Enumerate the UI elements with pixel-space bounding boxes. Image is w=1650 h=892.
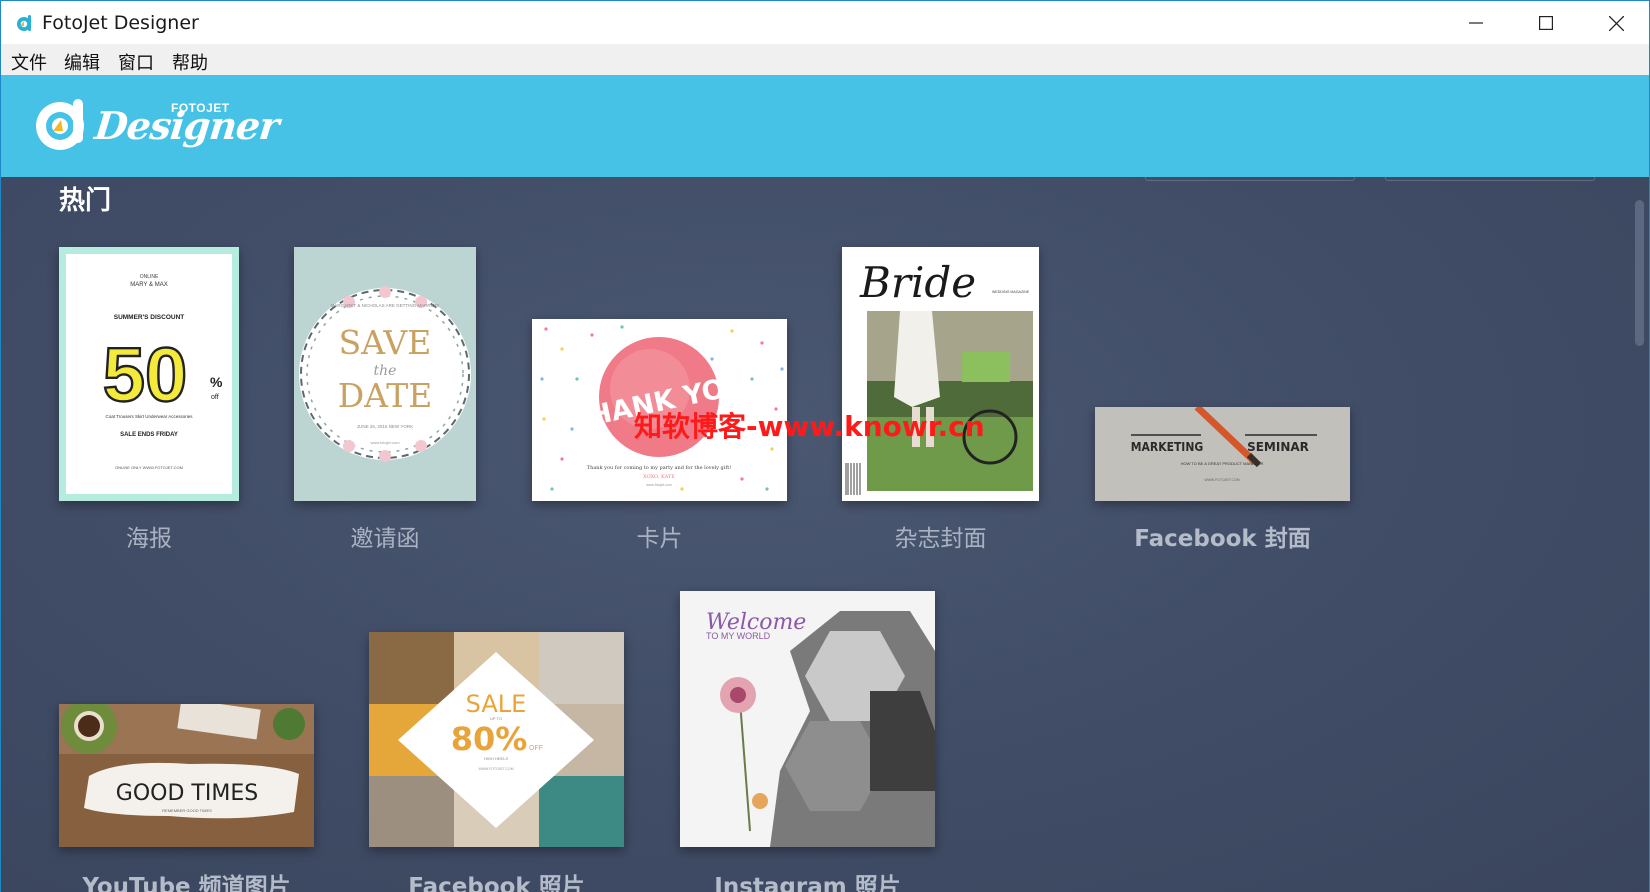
invitation-site: www.fotojet.com bbox=[370, 440, 400, 445]
hidden-control-left bbox=[1145, 177, 1355, 181]
facebook-photo-sale: SALE bbox=[466, 690, 527, 718]
template-label-facebook-photo[interactable]: Facebook 照片 bbox=[369, 867, 624, 892]
template-label-youtube[interactable]: YouTube 频道图片 bbox=[59, 867, 314, 892]
facebook-cover-sub: HOW TO BE A GREAT PRODUCT MANAGER bbox=[1181, 461, 1264, 466]
brand-header: FOTOJET Designer bbox=[0, 75, 1650, 177]
template-card-youtube[interactable]: GOOD TIMES REMEMBER GOOD TIMES bbox=[59, 704, 314, 847]
invitation-save: SAVE bbox=[339, 323, 432, 362]
facebook-photo-sub: HIGH HEELS bbox=[484, 756, 509, 761]
invitation-thumbnail: MARGARET & NICHOLAS ARE GETTING MARRIED!… bbox=[294, 247, 476, 501]
facebook-photo-off: OFF bbox=[529, 745, 543, 752]
menu-window[interactable]: 窗口 bbox=[118, 49, 154, 75]
poster-thumbnail: ONLINE MARY & MAX SUMMER'S DISCOUNT 50 %… bbox=[59, 247, 239, 501]
minimize-button[interactable] bbox=[1441, 1, 1511, 45]
maximize-button[interactable] bbox=[1511, 1, 1581, 45]
menu-help[interactable]: 帮助 bbox=[172, 49, 208, 75]
card-note: Thank you for coming to my party and for… bbox=[587, 465, 731, 471]
youtube-sub: REMEMBER GOOD TIMES bbox=[162, 808, 212, 813]
magazine-issue: WEDDING MAGAZINE bbox=[992, 290, 1030, 294]
poster-line6: ONLINE ONLY WWW.FOTOJET.COM bbox=[115, 465, 183, 470]
minimize-icon bbox=[1469, 22, 1483, 24]
template-card-facebook-cover[interactable]: MARKETING SEMINAR HOW TO BE A GREAT PROD… bbox=[1095, 407, 1350, 501]
brand-designer-text: Designer bbox=[92, 103, 281, 148]
menu-edit[interactable]: 编辑 bbox=[64, 49, 100, 75]
facebook-photo-thumbnail: SALE UP TO 80% OFF HIGH HEELS WWW.FOTOJE… bbox=[369, 632, 624, 847]
window-title: FotoJet Designer bbox=[42, 12, 199, 34]
template-label-card[interactable]: 卡片 bbox=[532, 519, 787, 553]
template-card-poster[interactable]: ONLINE MARY & MAX SUMMER'S DISCOUNT 50 %… bbox=[59, 247, 239, 501]
facebook-photo-percent: 80% bbox=[451, 720, 528, 758]
instagram-sub: TO MY WORLD bbox=[706, 631, 771, 641]
magazine-title: Bride bbox=[859, 258, 976, 307]
poster-line5: SALE ENDS FRIDAY bbox=[120, 432, 178, 438]
fotojet-app-icon bbox=[17, 15, 31, 31]
hidden-control-right bbox=[1385, 177, 1595, 181]
poster-big-number: 50 bbox=[103, 333, 188, 418]
close-icon bbox=[1608, 15, 1624, 31]
watermark-text: 知软博客-www.knowr.cn bbox=[634, 410, 985, 443]
poster-off: off bbox=[211, 394, 219, 401]
poster-percent: % bbox=[210, 374, 223, 390]
poster-line3: SUMMER'S DISCOUNT bbox=[114, 314, 185, 321]
template-label-magazine[interactable]: 杂志封面 bbox=[842, 519, 1039, 553]
poster-line2: MARY & MAX bbox=[130, 282, 167, 288]
maximize-icon bbox=[1539, 16, 1553, 30]
section-title: 热门 bbox=[59, 186, 112, 216]
instagram-thumbnail: Welcome TO MY WORLD bbox=[680, 591, 935, 847]
template-label-instagram[interactable]: Instagram 照片 bbox=[680, 867, 935, 892]
poster-line4: Coat Trousers Skirt Underwear Accessorie… bbox=[105, 414, 193, 419]
magazine-thumbnail: Bride WEDDING MAGAZINE bbox=[842, 247, 1039, 501]
facebook-cover-left: MARKETING bbox=[1131, 440, 1204, 454]
fotojet-logo-icon bbox=[36, 99, 84, 150]
card-site: www.fotojet.com bbox=[646, 483, 672, 487]
close-button[interactable] bbox=[1581, 1, 1650, 45]
template-card-magazine[interactable]: Bride WEDDING MAGAZINE bbox=[842, 247, 1039, 501]
template-label-invitation[interactable]: 邀请函 bbox=[294, 519, 476, 553]
template-card-instagram[interactable]: Welcome TO MY WORLD bbox=[680, 591, 935, 847]
template-card-invitation[interactable]: MARGARET & NICHOLAS ARE GETTING MARRIED!… bbox=[294, 247, 476, 501]
youtube-thumbnail: GOOD TIMES REMEMBER GOOD TIMES bbox=[59, 704, 314, 847]
vertical-scrollbar[interactable] bbox=[1629, 177, 1649, 892]
facebook-cover-thumbnail: MARKETING SEMINAR HOW TO BE A GREAT PROD… bbox=[1095, 407, 1350, 501]
template-card-facebook-photo[interactable]: SALE UP TO 80% OFF HIGH HEELS WWW.FOTOJE… bbox=[369, 632, 624, 847]
template-label-poster[interactable]: 海报 bbox=[59, 519, 239, 553]
menu-bar: 文件 编辑 窗口 帮助 bbox=[0, 44, 1650, 75]
youtube-big: GOOD TIMES bbox=[116, 781, 258, 806]
invitation-date: DATE bbox=[338, 376, 433, 415]
poster-line1: ONLINE bbox=[140, 274, 159, 280]
menu-file[interactable]: 文件 bbox=[11, 49, 47, 75]
facebook-cover-right: SEMINAR bbox=[1247, 440, 1309, 454]
scrollbar-thumb[interactable] bbox=[1635, 200, 1644, 346]
template-label-facebook-cover[interactable]: Facebook 封面 bbox=[1095, 519, 1350, 553]
template-gallery: 热门 ONLINE MARY & MAX SUMMER'S DISCOUNT 5… bbox=[0, 177, 1650, 892]
invitation-when: JUNE 25, 2016 NEW YORK bbox=[357, 424, 413, 429]
card-sign: XOXO, KATE bbox=[643, 474, 675, 480]
facebook-cover-site: WWW.FOTOJET.COM bbox=[1204, 478, 1239, 482]
facebook-photo-site: WWW.FOTOJET.COM bbox=[478, 767, 513, 771]
invitation-top: MARGARET & NICHOLAS ARE GETTING MARRIED! bbox=[331, 303, 440, 308]
title-bar: FotoJet Designer bbox=[0, 0, 1650, 44]
